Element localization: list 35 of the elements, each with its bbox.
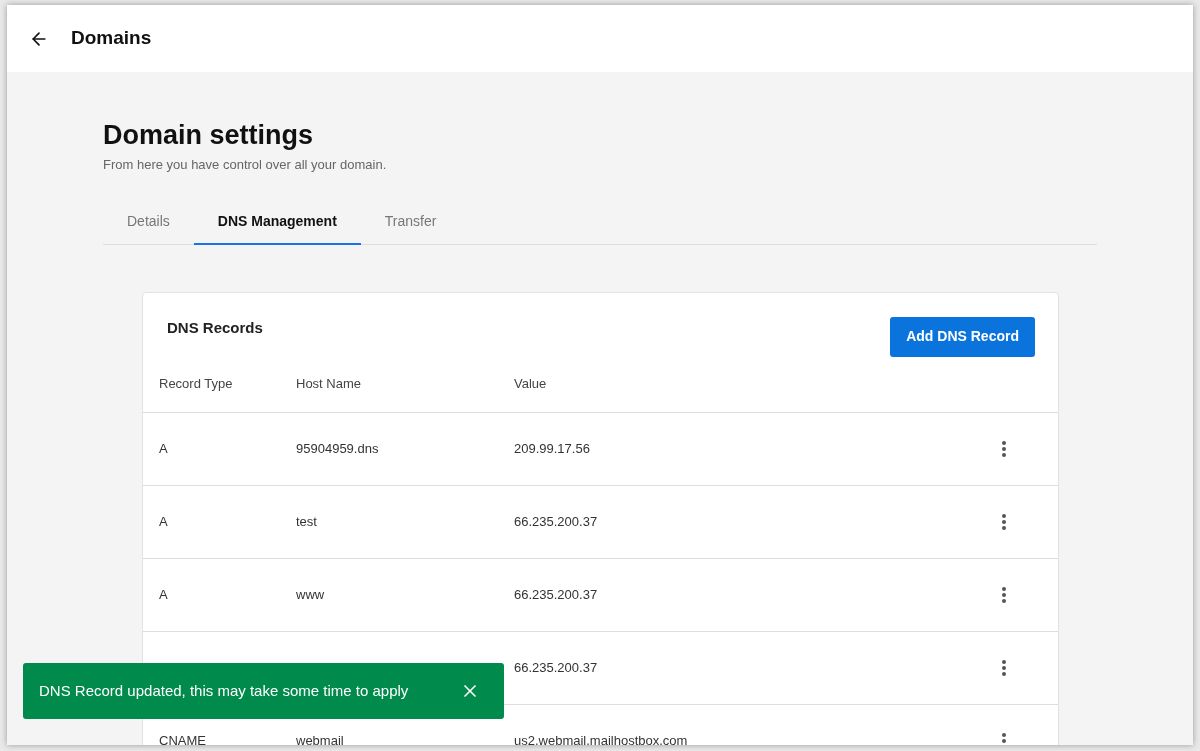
table-cell: A — [159, 440, 168, 456]
settings-title: Domain settings — [103, 119, 315, 151]
more-options-button[interactable] — [1002, 659, 1006, 676]
more-icon — [1002, 440, 1006, 457]
table-cell: 66.235.200.37 — [514, 586, 598, 602]
table-cell: webmail — [296, 732, 344, 745]
settings-subtitle: From here you have control over all your domain. — [103, 156, 388, 174]
table-cell: A — [159, 586, 168, 602]
add-record-button[interactable]: Add DNS Record — [890, 316, 1035, 357]
table-cell: 95904959.dns — [296, 440, 379, 456]
table-cell: test — [296, 513, 317, 529]
tab[interactable]: Details — [103, 199, 194, 245]
table-cell: 66.235.200.37 — [514, 513, 598, 529]
more-icon — [1002, 732, 1006, 745]
table-cell: 66.235.200.37 — [514, 659, 598, 675]
table-cell: CNAME — [159, 732, 206, 745]
more-options-button[interactable] — [1002, 586, 1006, 603]
table-cell: www — [296, 586, 325, 602]
more-icon — [1002, 586, 1006, 603]
column-header: Host Name — [296, 375, 363, 394]
more-icon — [1002, 659, 1006, 676]
table-cell: 209.99.17.56 — [514, 440, 590, 456]
more-options-button[interactable] — [1002, 440, 1006, 457]
table-cell: A — [159, 513, 168, 529]
more-icon — [1002, 513, 1006, 530]
toast-message: DNS Record updated, this may take some time to apply — [39, 680, 409, 701]
tab[interactable]: DNS Management — [193, 199, 361, 245]
page-heading: Domains — [71, 26, 152, 51]
more-options-button[interactable] — [1002, 732, 1006, 745]
table-cell: us2.webmail.mailhostbox.com — [514, 732, 688, 745]
more-options-button[interactable] — [1002, 513, 1006, 530]
tab[interactable]: Transfer — [360, 199, 461, 245]
column-header: Value — [514, 375, 547, 394]
card-title: DNS Records — [167, 317, 263, 338]
column-header: Record Type — [159, 375, 234, 394]
